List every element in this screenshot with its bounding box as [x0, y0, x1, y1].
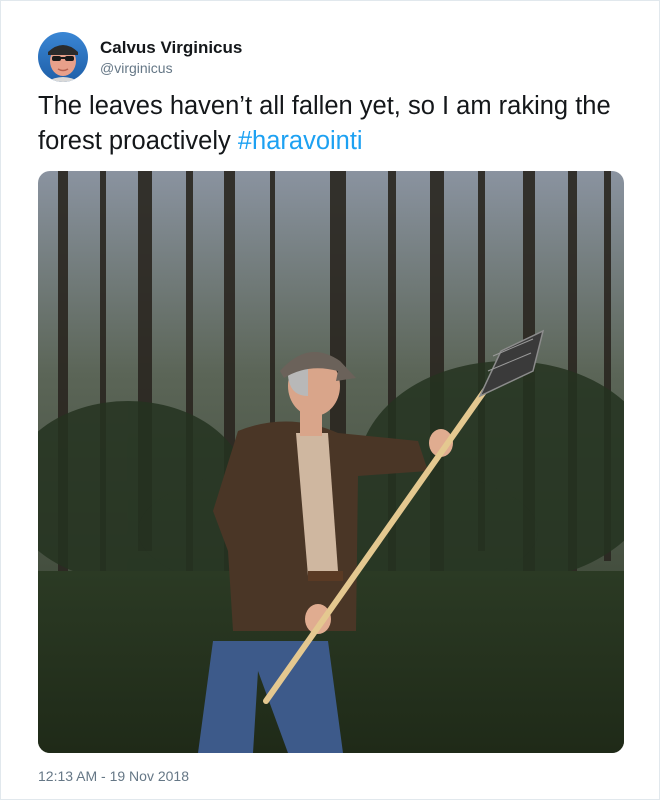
- tweet-header: Calvus Virginicus @virginicus: [38, 31, 242, 83]
- avatar[interactable]: [38, 32, 88, 82]
- author-handle[interactable]: @virginicus: [100, 58, 242, 78]
- author-names: Calvus Virginicus @virginicus: [100, 37, 242, 78]
- tweet-card: Calvus Virginicus @virginicus The leaves…: [0, 0, 660, 800]
- tweet-timestamp[interactable]: 12:13 AM - 19 Nov 2018: [38, 767, 189, 785]
- tweet-text: The leaves haven’t all fallen yet, so I …: [38, 89, 628, 159]
- author-display-name[interactable]: Calvus Virginicus: [100, 37, 242, 58]
- tweet-photo[interactable]: [38, 171, 624, 753]
- hashtag-link[interactable]: #haravointi: [238, 127, 363, 155]
